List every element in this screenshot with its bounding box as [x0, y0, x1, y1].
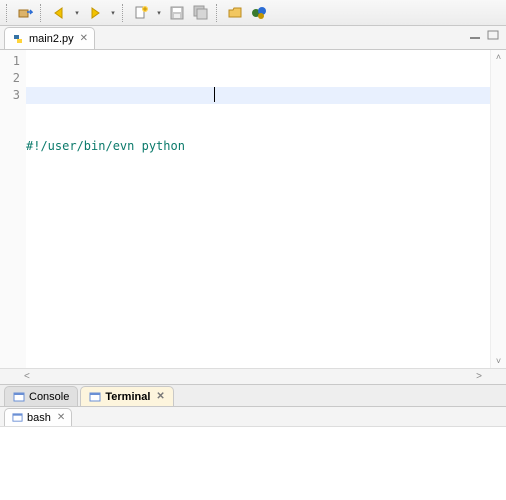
toolbar-sep [122, 4, 126, 22]
save-all-icon [193, 5, 209, 21]
editor-tab-label: main2.py [29, 33, 74, 45]
minimize-icon[interactable] [468, 29, 482, 41]
code-line [26, 189, 490, 206]
code-area[interactable]: #!/user/bin/evn python [26, 50, 490, 368]
save-button[interactable] [166, 2, 188, 24]
console-icon [13, 391, 25, 403]
close-icon[interactable]: ✕ [156, 391, 164, 402]
chevron-down-icon: ▾ [111, 9, 115, 17]
editor-tabrow-controls [468, 29, 500, 41]
bottom-panel-tabs: Console Terminal ✕ [0, 384, 506, 406]
line-number: 3 [0, 87, 20, 104]
current-line-highlight [26, 87, 490, 104]
terminal-icon [11, 412, 23, 424]
toolbar-grip [6, 4, 10, 22]
new-button[interactable] [130, 2, 152, 24]
text-cursor [214, 87, 215, 102]
scroll-up-icon[interactable]: ˄ [496, 52, 501, 62]
tab-terminal[interactable]: Terminal ✕ [80, 386, 173, 406]
scroll-down-icon[interactable]: ˅ [496, 356, 501, 366]
folder-icon [227, 5, 243, 21]
terminal-tab-row: bash ✕ [0, 406, 506, 426]
code-line: #!/user/bin/evn python [26, 138, 490, 155]
export-icon [17, 5, 33, 21]
terminal-tab-label: bash [27, 412, 51, 424]
maximize-icon[interactable] [486, 29, 500, 41]
tab-console[interactable]: Console [4, 386, 78, 406]
package-button[interactable] [248, 2, 270, 24]
forward-arrow-icon [87, 5, 103, 21]
line-number: 1 [0, 53, 20, 70]
terminal-area[interactable] [0, 426, 506, 500]
close-icon[interactable]: ✕ [57, 412, 65, 423]
export-button[interactable] [14, 2, 36, 24]
close-icon[interactable]: ✕ [80, 33, 88, 44]
chevron-down-icon: ▾ [75, 9, 79, 17]
horizontal-scrollbar[interactable]: < > [0, 368, 506, 384]
package-icon [251, 5, 267, 21]
forward-dropdown[interactable]: ▾ [108, 9, 118, 17]
editor-tab-main2[interactable]: main2.py ✕ [4, 27, 95, 49]
editor-tab-row: main2.py ✕ [0, 26, 506, 50]
code-line [26, 240, 490, 257]
save-icon [169, 5, 185, 21]
vertical-scrollbar[interactable]: ˄ ˅ [490, 50, 506, 368]
terminal-icon [89, 391, 101, 403]
chevron-down-icon: ▾ [157, 9, 161, 17]
line-number: 2 [0, 70, 20, 87]
forward-button[interactable] [84, 2, 106, 24]
editor-area: 1 2 3 #!/user/bin/evn python ˄ ˅ [0, 50, 506, 368]
scroll-left-icon[interactable]: < [24, 371, 30, 382]
toolbar-sep [40, 4, 44, 22]
open-folder-button[interactable] [224, 2, 246, 24]
line-number-gutter: 1 2 3 [0, 50, 26, 368]
back-button[interactable] [48, 2, 70, 24]
save-all-button[interactable] [190, 2, 212, 24]
main-toolbar: ▾ ▾ ▾ [0, 0, 506, 26]
terminal-tab-bash[interactable]: bash ✕ [4, 408, 72, 426]
new-dropdown[interactable]: ▾ [154, 9, 164, 17]
tab-terminal-label: Terminal [105, 391, 150, 403]
back-arrow-icon [51, 5, 67, 21]
scroll-right-icon[interactable]: > [476, 371, 482, 382]
new-file-icon [133, 5, 149, 21]
toolbar-sep [216, 4, 220, 22]
python-file-icon [11, 32, 25, 46]
back-dropdown[interactable]: ▾ [72, 9, 82, 17]
tab-console-label: Console [29, 391, 69, 403]
